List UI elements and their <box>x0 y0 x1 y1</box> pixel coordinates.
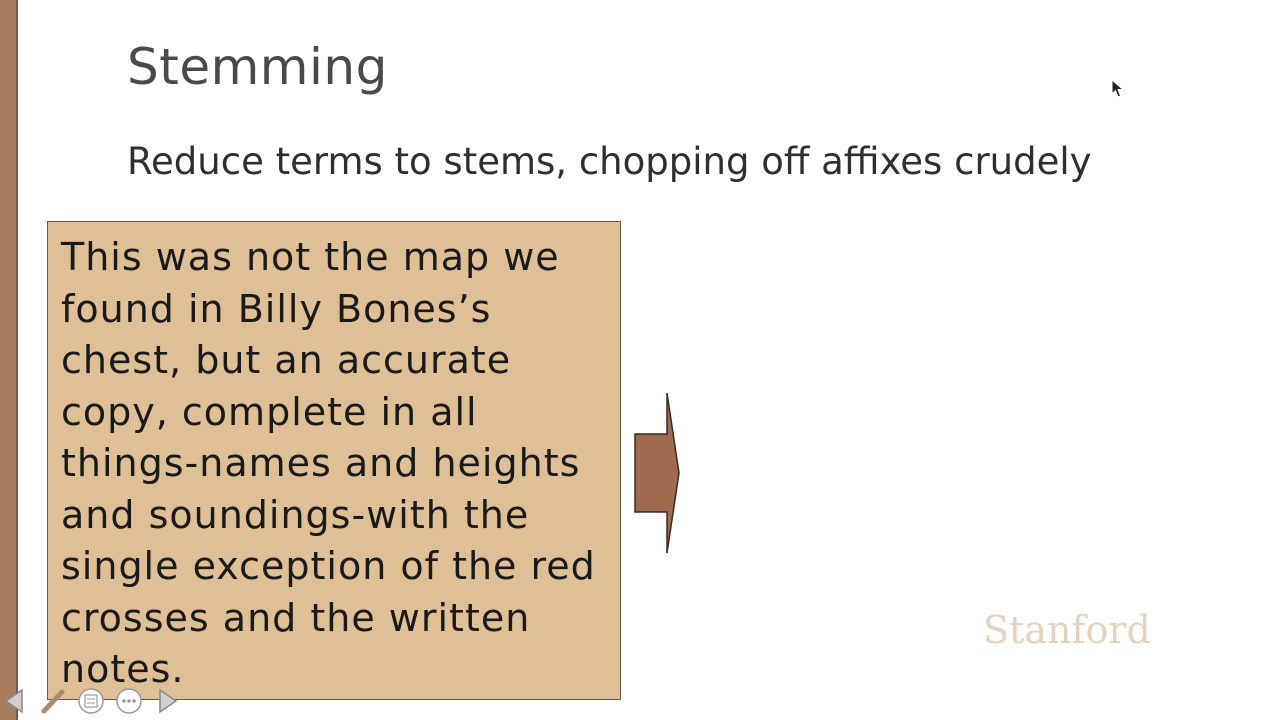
slide-edge-bar <box>0 0 18 720</box>
previous-slide-icon[interactable] <box>0 686 30 716</box>
slideshow-controls <box>0 686 190 718</box>
pen-icon[interactable] <box>38 686 68 716</box>
stanford-logo: Stanford <box>983 608 1151 652</box>
slide-title: Stemming <box>127 38 388 96</box>
slide-subtitle: Reduce terms to stems, chopping off affi… <box>127 140 1092 183</box>
mouse-pointer-icon <box>1111 79 1125 98</box>
next-slide-icon[interactable] <box>152 686 182 716</box>
quote-box: This was not the map we found in Billy B… <box>47 221 621 700</box>
slides-menu-icon[interactable] <box>76 686 106 716</box>
quote-text: This was not the map we found in Billy B… <box>61 235 596 691</box>
right-arrow-icon <box>634 392 680 554</box>
more-options-icon[interactable] <box>114 686 144 716</box>
